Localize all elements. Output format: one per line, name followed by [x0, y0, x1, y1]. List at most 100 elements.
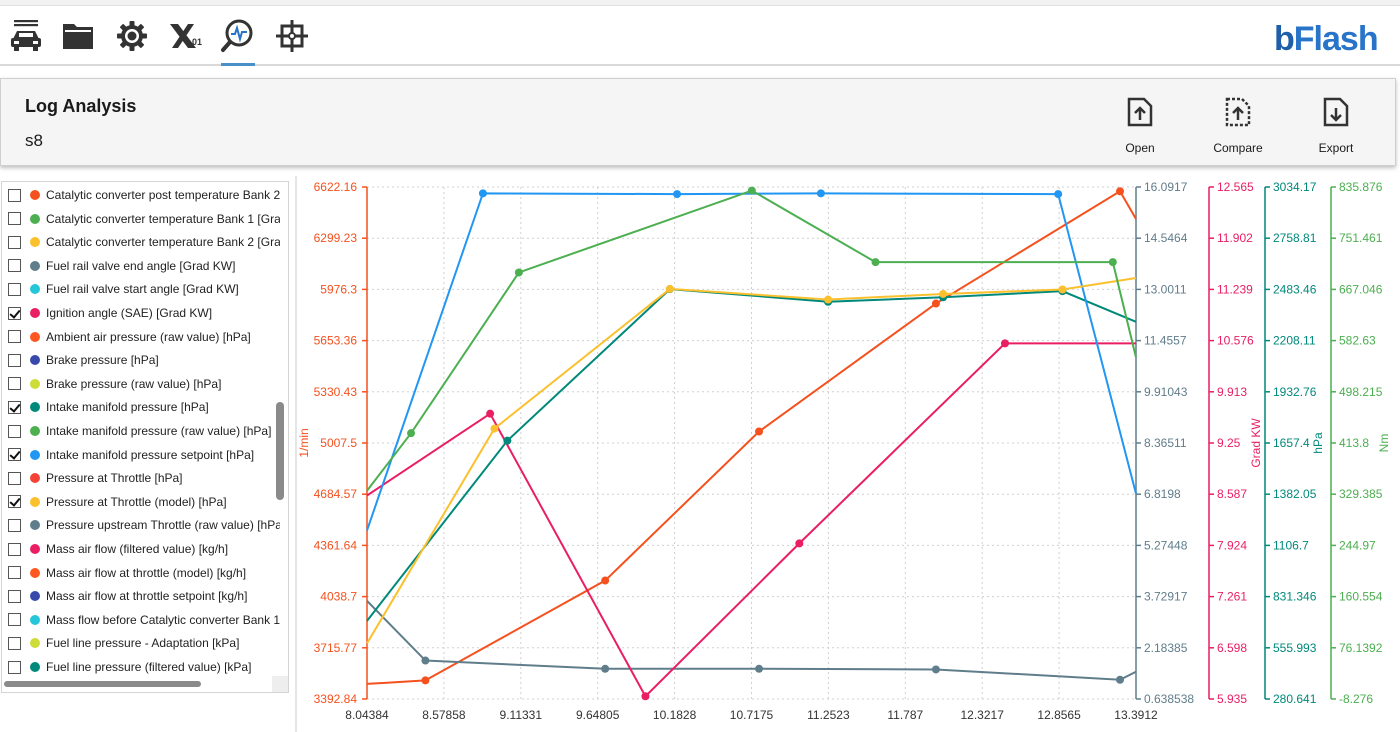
signal-row[interactable]: Catalytic converter post temperature Ban…: [8, 184, 280, 206]
signal-checkbox[interactable]: [8, 188, 21, 202]
x-tick-label: 11.2523: [807, 708, 850, 722]
y-tick-label-nm: -8.276: [1339, 692, 1373, 706]
y-tick-label-grad: 11.239: [1217, 282, 1253, 296]
y-tick-label-grad: 5.935: [1217, 692, 1247, 706]
top-toolbar: 01 bFlash: [0, 0, 1400, 66]
signal-checkbox[interactable]: [8, 636, 21, 650]
signal-checkbox[interactable]: [8, 495, 21, 509]
signal-label: Intake manifold pressure (raw value) [hP…: [46, 424, 272, 438]
signal-row[interactable]: Catalytic converter temperature Bank 1 […: [8, 208, 280, 230]
y-tick-label-rpm: 3715.77: [314, 641, 358, 655]
signal-label: Ambient air pressure (raw value) [hPa]: [46, 329, 251, 344]
signal-row[interactable]: Brake pressure [hPa]: [8, 349, 280, 371]
signal-checkbox[interactable]: [8, 613, 21, 627]
dtc-code-label: 01: [192, 37, 202, 47]
compare-file-icon: [1225, 97, 1251, 127]
series-point: [755, 664, 764, 673]
y-tick-label-rpm: 3392.84: [314, 692, 358, 706]
gear-icon[interactable]: [110, 14, 154, 58]
horizontal-scrollbar[interactable]: [4, 681, 201, 687]
signal-row[interactable]: Fuel line pressure (filtered value) [kPa…: [8, 656, 280, 678]
signal-checkbox[interactable]: [8, 518, 21, 532]
series-point: [490, 424, 499, 433]
y-tick-label-hpa: 831.346: [1273, 590, 1317, 604]
bflash-logo: bFlash: [1272, 14, 1392, 58]
signal-checkbox[interactable]: [8, 353, 21, 367]
signal-row[interactable]: Catalytic converter temperature Bank 2 […: [8, 231, 280, 253]
signal-checkbox[interactable]: [8, 448, 21, 462]
signal-row[interactable]: Ignition angle (SAE) [Grad KW]: [8, 302, 280, 324]
signal-row[interactable]: Mass air flow (filtered value) [kg/h]: [8, 538, 280, 560]
signal-checkbox[interactable]: [8, 471, 21, 485]
signal-checkbox[interactable]: [8, 259, 21, 273]
signal-row[interactable]: Pressure at Throttle [hPa]: [8, 467, 280, 489]
signal-label: Brake pressure [hPa]: [46, 353, 159, 368]
signal-row[interactable]: Pressure upstream Throttle (raw value) […: [8, 514, 280, 536]
compare-label: Compare: [1213, 141, 1263, 155]
car-icon[interactable]: [4, 14, 48, 58]
x-tick-label: 9.64805: [576, 708, 620, 722]
signal-row[interactable]: Intake manifold pressure setpoint [hPa]: [8, 444, 280, 466]
x-tick-label: 10.7175: [730, 708, 774, 722]
signal-row[interactable]: Ambient air pressure (raw value) [hPa]: [8, 326, 280, 348]
log-analysis-icon[interactable]: [216, 14, 260, 58]
open-button[interactable]: Open: [1104, 97, 1176, 157]
signal-checkbox[interactable]: [8, 566, 21, 580]
signal-row[interactable]: Pressure at Throttle (model) [hPa]: [8, 491, 280, 513]
signal-color-dot: [30, 284, 40, 295]
signal-checkbox[interactable]: [8, 424, 21, 438]
signal-checkbox[interactable]: [8, 235, 21, 249]
series-point: [1108, 258, 1117, 267]
signal-checkbox[interactable]: [8, 330, 21, 344]
signal-checkbox[interactable]: [8, 589, 21, 603]
series-point: [421, 676, 430, 685]
series-point: [747, 186, 756, 195]
dtc-icon[interactable]: 01: [162, 14, 206, 58]
x-tick-label: 11.787: [887, 708, 923, 722]
export-button[interactable]: Export: [1300, 97, 1372, 157]
series-point: [795, 539, 804, 548]
signal-row[interactable]: Mass flow before Catalytic converter Ban…: [8, 609, 280, 631]
y-tick-label-hpa: 2758.81: [1273, 231, 1317, 245]
y-tick-label-rpm: 5976.3: [320, 282, 357, 296]
signal-label: Catalytic converter post temperature Ban…: [46, 188, 280, 202]
signal-checkbox[interactable]: [8, 542, 21, 556]
pane-divider[interactable]: [295, 176, 297, 732]
series-point: [641, 692, 650, 701]
signal-label: Mass air flow at throttle setpoint [kg/h…: [46, 589, 248, 604]
compare-button[interactable]: Compare: [1202, 97, 1274, 157]
y-tick-label-nm: 329.385: [1339, 487, 1383, 501]
signal-label: Brake pressure (raw value) [hPa]: [46, 376, 222, 391]
y-tick-label-grad: 11.902: [1217, 231, 1253, 245]
x-tick-label: 10.1828: [653, 708, 697, 722]
signal-row[interactable]: Mass air flow at throttle setpoint [kg/h…: [8, 585, 280, 607]
signal-checkbox[interactable]: [8, 400, 21, 414]
signal-row[interactable]: Fuel rail valve start angle [Grad KW]: [8, 278, 280, 300]
x-tick-label: 13.3912: [1114, 708, 1158, 722]
log-chart[interactable]: 8.04384 8.57858 9.11331 9.64805 10.1828 10.71…: [298, 172, 1400, 732]
signal-checkbox[interactable]: [8, 306, 21, 320]
series-point: [665, 284, 674, 293]
signal-row[interactable]: Brake pressure (raw value) [hPa]: [8, 373, 280, 395]
signal-checkbox[interactable]: [8, 377, 21, 391]
signal-checkbox[interactable]: [8, 660, 21, 674]
y-axis-title-rpm: 1/min: [298, 428, 311, 457]
folder-icon[interactable]: [56, 14, 100, 58]
signal-row[interactable]: Mass air flow at throttle (model) [kg/h]: [8, 562, 280, 584]
signal-color-dot: [30, 614, 40, 625]
crosshair-icon[interactable]: [270, 14, 314, 58]
signal-checkbox[interactable]: [8, 282, 21, 296]
signal-row[interactable]: Fuel line pressure - Adaptation [kPa]: [8, 632, 280, 654]
vertical-scrollbar[interactable]: [276, 402, 284, 500]
signal-row[interactable]: Fuel rail valve end angle [Grad KW]: [8, 255, 280, 277]
signal-checkbox[interactable]: [8, 212, 21, 226]
signal-label: Mass air flow at throttle (model) [kg/h]: [46, 565, 247, 580]
signal-row[interactable]: Intake manifold pressure (raw value) [hP…: [8, 420, 280, 442]
y-axis-title-nm: Nm: [1377, 434, 1391, 453]
y-tick-label-nm: 498.215: [1339, 385, 1383, 399]
series-point: [1054, 190, 1063, 199]
scrollbar-corner: [272, 676, 288, 692]
signal-row[interactable]: Intake manifold pressure [hPa]: [8, 396, 280, 418]
signal-label: Fuel line pressure (filtered value) [kPa…: [46, 660, 252, 674]
x-tick-label: 12.3217: [961, 708, 1005, 722]
